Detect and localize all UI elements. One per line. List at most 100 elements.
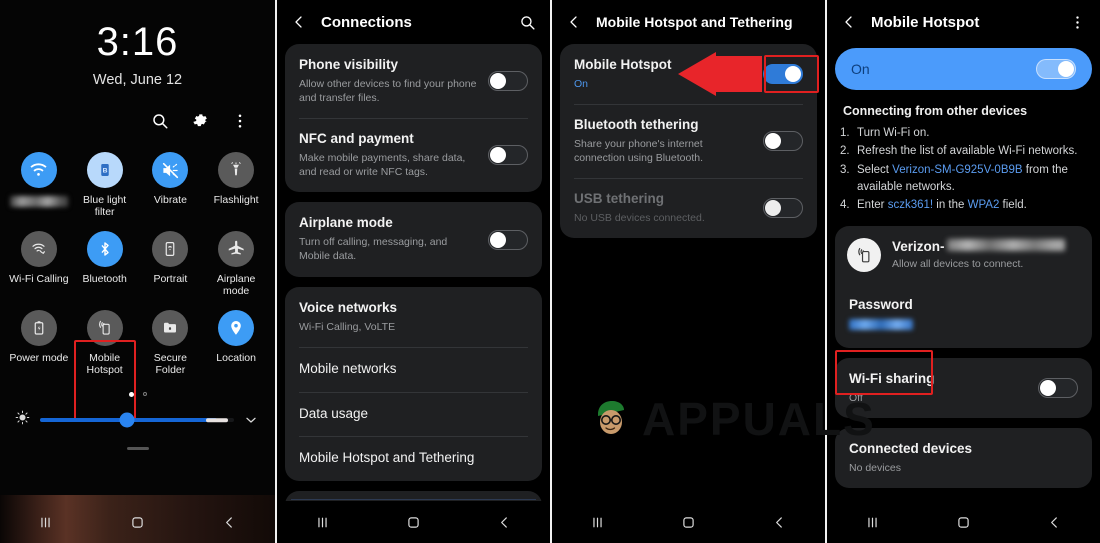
home-icon[interactable] <box>129 514 146 531</box>
row-mobile-hotspot[interactable]: Mobile Hotspot On <box>560 44 817 104</box>
qs-tile-blue-light-filter[interactable]: B Blue light filter <box>72 146 138 221</box>
power-mode-icon <box>20 309 57 346</box>
step-item: 1. Turn Wi-Fi on. <box>840 125 1086 142</box>
secure-folder-icon <box>152 309 189 346</box>
home-icon[interactable] <box>680 514 697 531</box>
row-status: No devices <box>849 462 901 475</box>
row-phone-visibility[interactable]: Phone visibility Allow other devices to … <box>285 44 542 118</box>
wifi-sharing-toggle[interactable] <box>1038 378 1078 399</box>
qs-tile-power-mode[interactable]: Power mode <box>6 304 72 379</box>
back-chevron-icon[interactable] <box>1046 514 1063 531</box>
search-icon[interactable] <box>519 14 536 31</box>
back-chevron-icon[interactable] <box>221 514 238 531</box>
qs-tile-portrait[interactable]: Portrait <box>138 225 204 300</box>
row-title: Wi-Fi sharing <box>849 371 935 387</box>
row-network-name[interactable]: Verizon- Allow all devices to connect. <box>835 226 1092 284</box>
mobile-hotspot-toggle[interactable] <box>763 64 803 85</box>
home-icon[interactable] <box>955 514 972 531</box>
row-connected-devices[interactable]: Connected devices No devices <box>835 428 1092 488</box>
qs-tile-wifi-calling[interactable]: Wi-Fi Calling <box>6 225 72 300</box>
row-mobile-networks[interactable]: Mobile networks <box>285 346 542 392</box>
clock-time: 3:16 <box>96 20 179 64</box>
nfc-toggle[interactable] <box>488 145 528 166</box>
step-item: 4. Enter sczk361! in the WPA2 field. <box>840 197 1086 214</box>
search-icon[interactable] <box>151 112 169 130</box>
quick-settings-tiles: B Blue light filter Vibrate Flashlight W… <box>0 146 275 378</box>
qs-tile-wifi[interactable] <box>6 146 72 221</box>
back-chevron-icon[interactable] <box>771 514 788 531</box>
vibrate-icon <box>152 152 189 188</box>
shade-drag-handle[interactable] <box>126 447 149 451</box>
step-number: 3. <box>840 163 850 176</box>
bluetooth-tethering-toggle[interactable] <box>763 131 803 152</box>
overflow-menu-icon[interactable] <box>1069 14 1086 31</box>
row-title: Voice networks <box>299 299 398 315</box>
brightness-slider-handle[interactable] <box>119 412 135 428</box>
phone-visibility-toggle[interactable] <box>488 71 528 92</box>
navigation-bar <box>0 501 275 543</box>
brightness-slider-row[interactable] <box>0 397 275 431</box>
qs-tile-vibrate[interactable]: Vibrate <box>138 146 204 221</box>
flashlight-icon <box>218 152 255 188</box>
qs-tile-secure-folder[interactable]: Secure Folder <box>138 304 204 379</box>
connections-list: Phone visibility Allow other devices to … <box>277 44 550 537</box>
back-chevron-icon[interactable] <box>841 14 857 30</box>
ssid-link[interactable]: Verizon-SM-G925V-0B9B <box>892 164 1022 176</box>
qs-tile-mobile-hotspot[interactable]: Mobile Hotspot <box>72 304 138 379</box>
mobile-hotspot-icon <box>847 238 881 273</box>
row-title: USB tethering <box>574 191 665 207</box>
row-data-usage[interactable]: Data usage <box>285 391 542 437</box>
qs-tile-label-redacted <box>9 196 68 207</box>
back-chevron-icon[interactable] <box>496 514 513 531</box>
hotspot-settings-list: Verizon- Allow all devices to connect. P… <box>827 226 1100 489</box>
row-title: Mobile Hotspot and Tethering <box>299 450 475 466</box>
row-nfc-and-payment[interactable]: NFC and payment Make mobile payments, sh… <box>285 118 542 192</box>
password-link[interactable]: sczk361! <box>888 199 933 211</box>
recents-icon[interactable] <box>37 514 54 531</box>
row-title: Password <box>849 297 913 313</box>
row-title: Mobile networks <box>299 360 397 376</box>
qs-tile-airplane-mode[interactable]: Airplane mode <box>203 225 269 300</box>
row-subtitle: Allow other devices to find your phone a… <box>299 77 477 105</box>
row-airplane-mode[interactable]: Airplane mode Turn off calling, messagin… <box>285 202 542 276</box>
airplane-mode-toggle[interactable] <box>488 229 528 250</box>
overflow-menu-icon[interactable] <box>231 112 249 130</box>
connecting-steps-list: 1. Turn Wi-Fi on. 2. Refresh the list of a… <box>827 125 1100 214</box>
row-status: On <box>574 77 589 90</box>
hotspot-state-label: On <box>851 61 870 77</box>
recents-icon[interactable] <box>864 514 881 531</box>
row-subtitle: Share your phone's internet connection u… <box>574 137 704 165</box>
card-connected-devices: Connected devices No devices <box>835 428 1092 489</box>
hotspot-master-toggle-banner[interactable]: On <box>835 48 1092 90</box>
row-voice-networks[interactable]: Voice networks Wi-Fi Calling, VoLTE <box>285 287 542 347</box>
back-chevron-icon[interactable] <box>291 14 307 30</box>
qs-tile-location[interactable]: Location <box>203 304 269 379</box>
wifi-calling-icon <box>20 230 57 267</box>
scroll-indicator <box>291 498 536 500</box>
blue-light-filter-icon: B <box>86 152 123 188</box>
chevron-down-icon[interactable] <box>243 412 259 428</box>
qs-tile-bluetooth[interactable]: Bluetooth <box>72 225 138 300</box>
row-mobile-hotspot-and-tethering[interactable]: Mobile Hotspot and Tethering <box>285 436 542 481</box>
qs-tile-flashlight[interactable]: Flashlight <box>203 146 269 221</box>
hotspot-master-toggle[interactable] <box>1036 59 1076 79</box>
recents-icon[interactable] <box>314 514 331 531</box>
qs-tile-label: Blue light filter <box>83 194 127 219</box>
network-ssid-redacted <box>946 239 1065 252</box>
row-wifi-sharing[interactable]: Wi-Fi sharing Off <box>835 358 1092 418</box>
row-password[interactable]: Password <box>835 284 1092 348</box>
row-subtitle: Wi-Fi Calling, VoLTE <box>299 320 396 333</box>
row-bluetooth-tethering[interactable]: Bluetooth tethering Share your phone's i… <box>560 104 817 178</box>
panel-quick-settings: 3:16 Wed, June 12 B Blue light filter Vi… <box>0 0 275 543</box>
home-icon[interactable] <box>405 514 422 531</box>
wpa2-link[interactable]: WPA2 <box>968 199 1000 211</box>
back-chevron-icon[interactable] <box>566 14 582 30</box>
gear-icon[interactable] <box>191 112 209 130</box>
mobile-hotspot-icon <box>86 309 123 346</box>
brightness-slider[interactable] <box>40 412 234 428</box>
tethering-header: Mobile Hotspot and Tethering <box>552 0 825 44</box>
card-airplane-mode: Airplane mode Turn off calling, messagin… <box>285 202 542 277</box>
step-number: 4. <box>840 199 850 211</box>
recents-icon[interactable] <box>589 514 606 531</box>
bluetooth-icon <box>86 230 123 267</box>
